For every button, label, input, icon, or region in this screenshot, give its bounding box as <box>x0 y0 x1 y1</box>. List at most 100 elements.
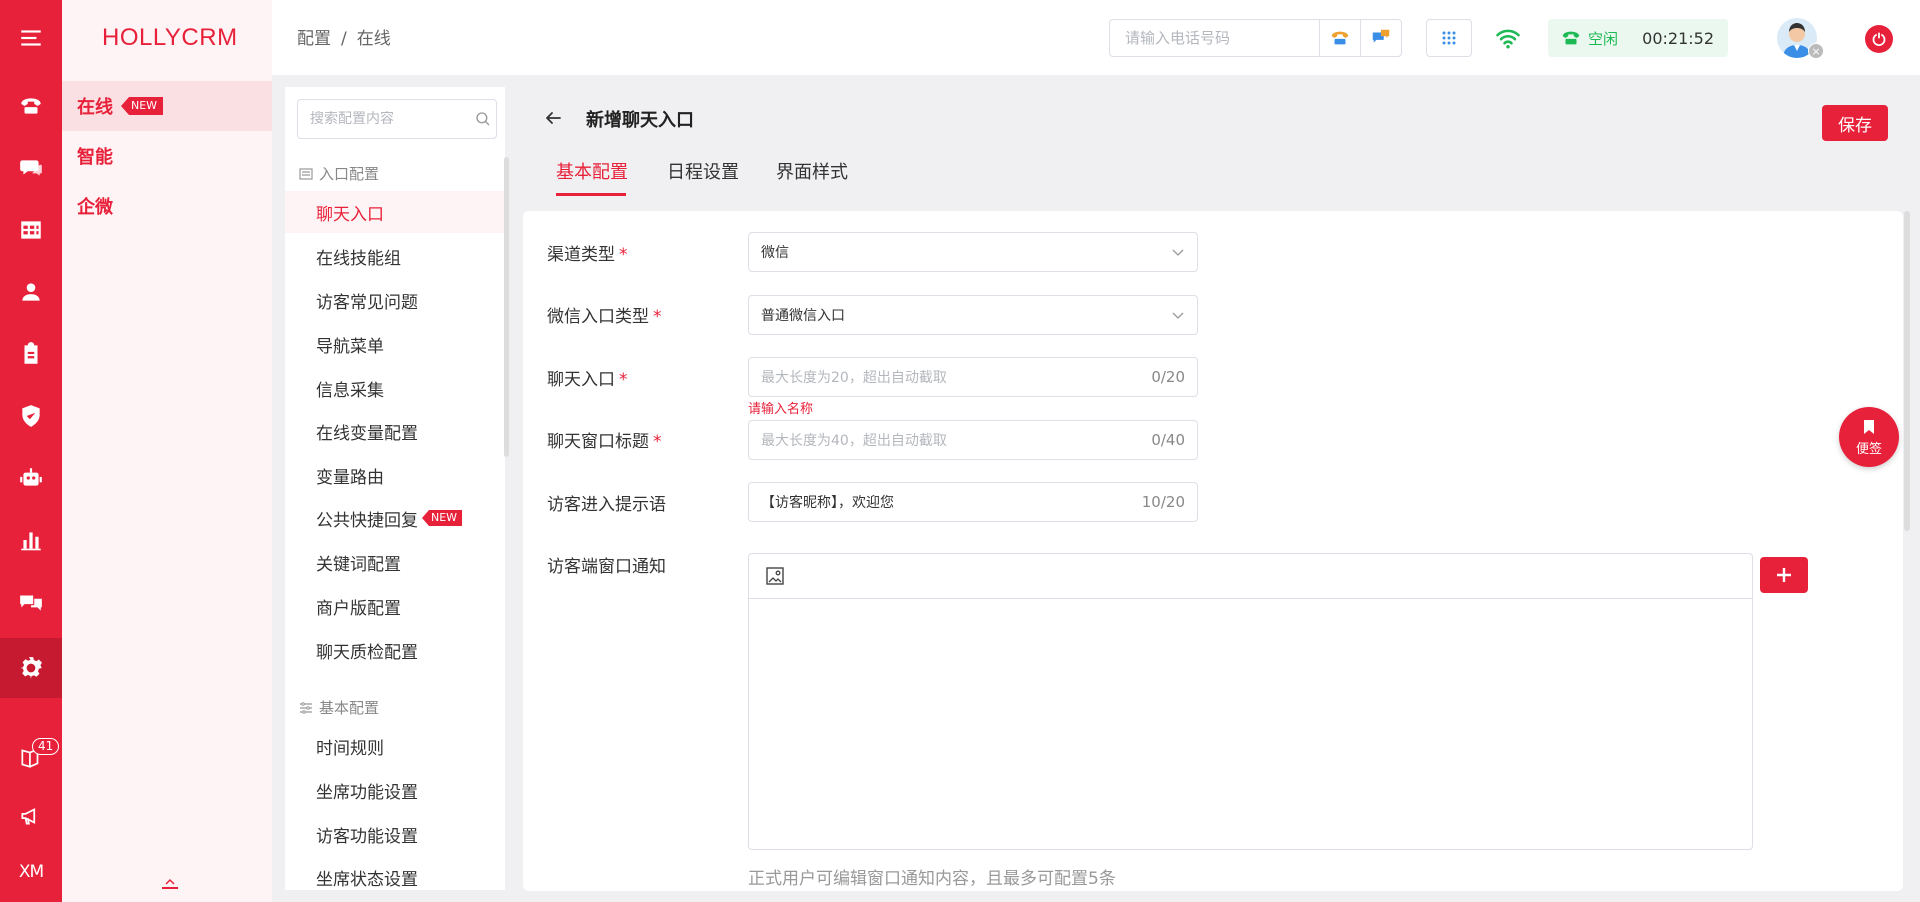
grid-dots-icon <box>1442 31 1456 45</box>
sticky-note-label: 便签 <box>1855 441 1882 457</box>
notification-badge: 41 <box>32 738 60 755</box>
visitor-prompt-label: 访客进入提示语 <box>547 495 666 515</box>
config-group-basic: 基本配置 <box>299 697 379 718</box>
window-title-label: 聊天窗口标题 * <box>547 432 662 452</box>
chat-bubble-icon <box>1372 29 1390 43</box>
config-item-visitor-features[interactable]: 访客功能设置 <box>285 813 505 855</box>
tab-basic-config[interactable]: 基本配置 <box>556 158 628 184</box>
tab-schedule[interactable]: 日程设置 <box>667 158 739 184</box>
window-notice-editor[interactable] <box>748 553 1753 850</box>
visitor-prompt-input[interactable]: 【访客昵称】，欢迎您 10/20 <box>748 482 1198 522</box>
char-counter: 0/20 <box>1151 368 1185 386</box>
new-badge: NEW <box>121 97 164 115</box>
entry-group-icon <box>299 167 313 180</box>
active-tab-indicator <box>556 193 626 196</box>
window-title-input[interactable]: 最大长度为40，超出自动截取 0/40 <box>748 420 1198 460</box>
shield-icon[interactable] <box>0 392 62 440</box>
config-item-keywords[interactable]: 关键词配置 <box>285 541 505 583</box>
char-counter: 10/20 <box>1141 493 1185 511</box>
config-item-agent-status[interactable]: 坐席状态设置 <box>285 856 505 898</box>
config-item-merchant[interactable]: 商户版配置 <box>285 585 505 627</box>
chevron-down-icon <box>1172 249 1184 256</box>
breadcrumb-item: 在线 <box>356 29 391 49</box>
icon-rail: 41 XM <box>0 0 62 902</box>
breadcrumb-item[interactable]: 配置 <box>297 29 331 49</box>
chat-entry-input[interactable]: 最大长度为20，超出自动截取 0/20 <box>748 357 1198 397</box>
status-timer: 00:21:52 <box>1642 28 1714 48</box>
back-arrow-icon[interactable] <box>543 108 563 128</box>
wifi-icon <box>1496 29 1520 49</box>
logout-button[interactable] <box>1865 25 1893 53</box>
phone-number-input[interactable] <box>1110 20 1319 56</box>
tab-ui-style[interactable]: 界面样式 <box>776 158 848 184</box>
config-item-agent-features[interactable]: 坐席功能设置 <box>285 769 505 811</box>
config-item-chat-qa[interactable]: 聊天质检配置 <box>285 629 505 671</box>
subnav-item-wecom[interactable]: 企微 <box>62 181 272 231</box>
menu-toggle-icon[interactable] <box>0 14 62 62</box>
robot-icon[interactable] <box>0 454 62 502</box>
chat-entry-label: 聊天入口 * <box>547 370 628 390</box>
editor-toolbar <box>749 554 1752 599</box>
call-button[interactable] <box>1319 20 1360 56</box>
clipboard-icon[interactable] <box>0 330 62 378</box>
page-title: 新增聊天入口 <box>586 110 694 131</box>
power-icon <box>1872 32 1886 46</box>
channel-type-select[interactable]: 微信 <box>748 232 1198 272</box>
config-item-visitor-faq[interactable]: 访客常见问题 <box>285 279 505 321</box>
save-button[interactable]: 保存 <box>1822 105 1888 141</box>
app-grid-button[interactable] <box>1426 19 1472 57</box>
config-item-variable-routing[interactable]: 变量路由 <box>285 454 505 496</box>
chat-icon[interactable] <box>0 144 62 192</box>
chat-entry-error: 请输入名称 <box>748 402 814 417</box>
book-icon[interactable]: 41 <box>0 734 62 782</box>
user-icon[interactable] <box>0 268 62 316</box>
breadcrumb: 配置 / 在线 <box>297 29 391 49</box>
config-item-chat-entry[interactable]: 聊天入口 <box>285 191 505 233</box>
wechat-entry-type-label: 微信入口类型 * <box>547 307 662 327</box>
brand-logo: HOLLYCRM <box>102 24 238 51</box>
status-label: 空闲 <box>1588 29 1619 48</box>
settings-gear-icon[interactable] <box>0 638 62 698</box>
config-item-nav-menu[interactable]: 导航菜单 <box>285 323 505 365</box>
channel-type-label: 渠道类型 * <box>547 245 628 265</box>
sticky-note-button[interactable]: 便签 <box>1839 407 1899 467</box>
new-badge: NEW <box>422 510 463 526</box>
collapse-arrow-icon[interactable] <box>162 878 178 890</box>
config-item-quick-reply[interactable]: 公共快捷回复 NEW <box>285 497 505 539</box>
insert-image-icon[interactable] <box>765 566 785 586</box>
subnav-item-smart[interactable]: 智能 <box>62 131 272 181</box>
top-header: 配置/在线 空闲 00:21:52 × <box>272 0 1920 75</box>
config-menu-scrollbar[interactable] <box>504 157 509 457</box>
char-counter: 0/40 <box>1151 431 1185 449</box>
config-item-info-collection[interactable]: 信息采集 <box>285 367 505 409</box>
bar-chart-icon[interactable] <box>0 516 62 564</box>
user-initials[interactable]: XM <box>0 848 62 896</box>
notice-hint: 正式用户可编辑窗口通知内容，且最多可配置5条 <box>748 869 1116 889</box>
config-item-time-rules[interactable]: 时间规则 <box>285 725 505 767</box>
secondary-nav: HOLLYCRM 在线 NEW 智能 企微 <box>62 0 272 902</box>
subnav-item-online[interactable]: 在线 NEW <box>62 81 272 131</box>
config-search-input[interactable] <box>310 111 470 127</box>
window-notice-label: 访客端窗口通知 <box>547 557 666 577</box>
subnav-item-label: 企微 <box>77 197 113 218</box>
bookmark-icon <box>1864 419 1874 434</box>
phone-icon[interactable] <box>0 82 62 130</box>
basic-group-icon <box>300 701 312 714</box>
status-phone-icon <box>1562 31 1580 45</box>
megaphone-icon[interactable] <box>0 792 62 840</box>
table-icon[interactable] <box>0 206 62 254</box>
avatar-status-icon: × <box>1808 43 1824 59</box>
config-search-box <box>297 99 497 139</box>
message-reply-icon[interactable] <box>0 578 62 626</box>
config-menu-panel: 入口配置 聊天入口 在线技能组 访客常见问题 导航菜单 信息采集 在线变量配置 … <box>285 87 509 890</box>
chat-message-button[interactable] <box>1360 20 1401 56</box>
main-scrollbar[interactable] <box>1904 211 1910 531</box>
wechat-entry-type-select[interactable]: 普通微信入口 <box>748 295 1198 335</box>
config-item-online-variables[interactable]: 在线变量配置 <box>285 410 505 452</box>
config-item-online-skill-group[interactable]: 在线技能组 <box>285 235 505 277</box>
agent-status[interactable]: 空闲 00:21:52 <box>1548 19 1728 57</box>
search-icon[interactable] <box>474 110 492 128</box>
dial-box <box>1109 19 1402 57</box>
add-notice-button[interactable] <box>1760 557 1808 593</box>
telephone-icon <box>1331 31 1349 45</box>
